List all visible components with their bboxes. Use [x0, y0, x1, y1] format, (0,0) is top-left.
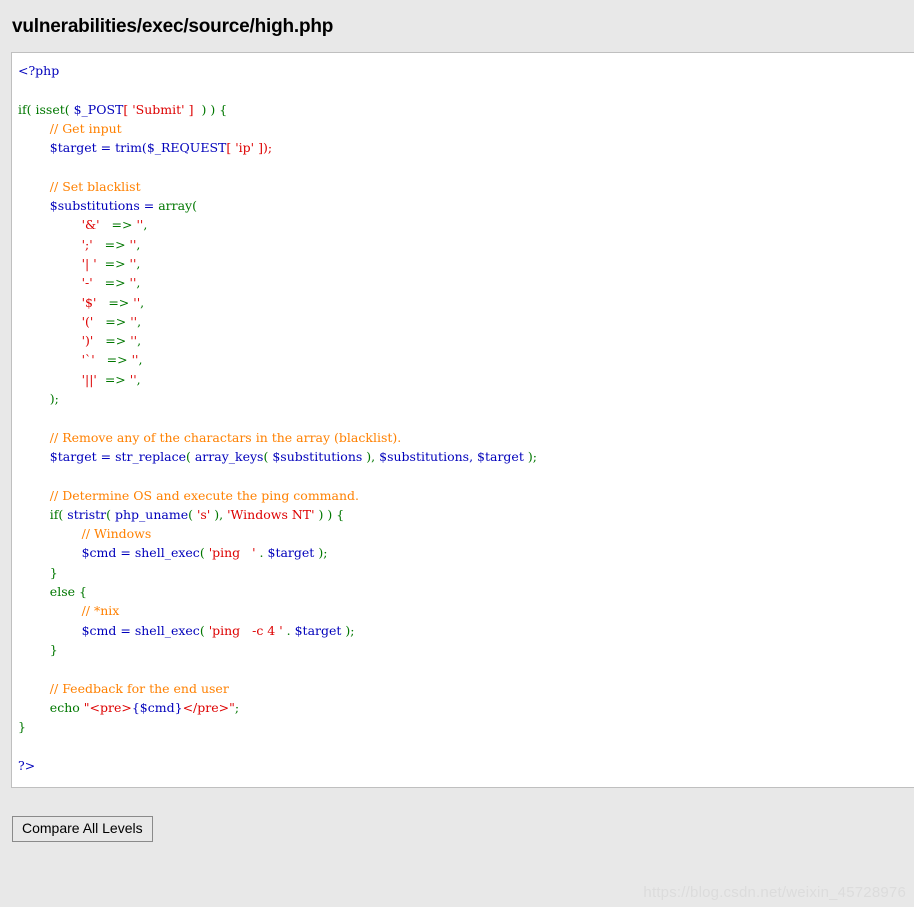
- watermark: https://blog.csdn.net/weixin_45728976: [643, 884, 906, 901]
- source-code-block: <?php if( isset( $_POST[ 'Submit' ] ) ) …: [18, 63, 537, 773]
- source-code-panel: <?php if( isset( $_POST[ 'Submit' ] ) ) …: [11, 52, 914, 788]
- compare-all-levels-button[interactable]: Compare All Levels: [12, 816, 153, 842]
- page-title: vulnerabilities/exec/source/high.php: [12, 16, 334, 37]
- button-row: Compare All Levels: [12, 816, 914, 842]
